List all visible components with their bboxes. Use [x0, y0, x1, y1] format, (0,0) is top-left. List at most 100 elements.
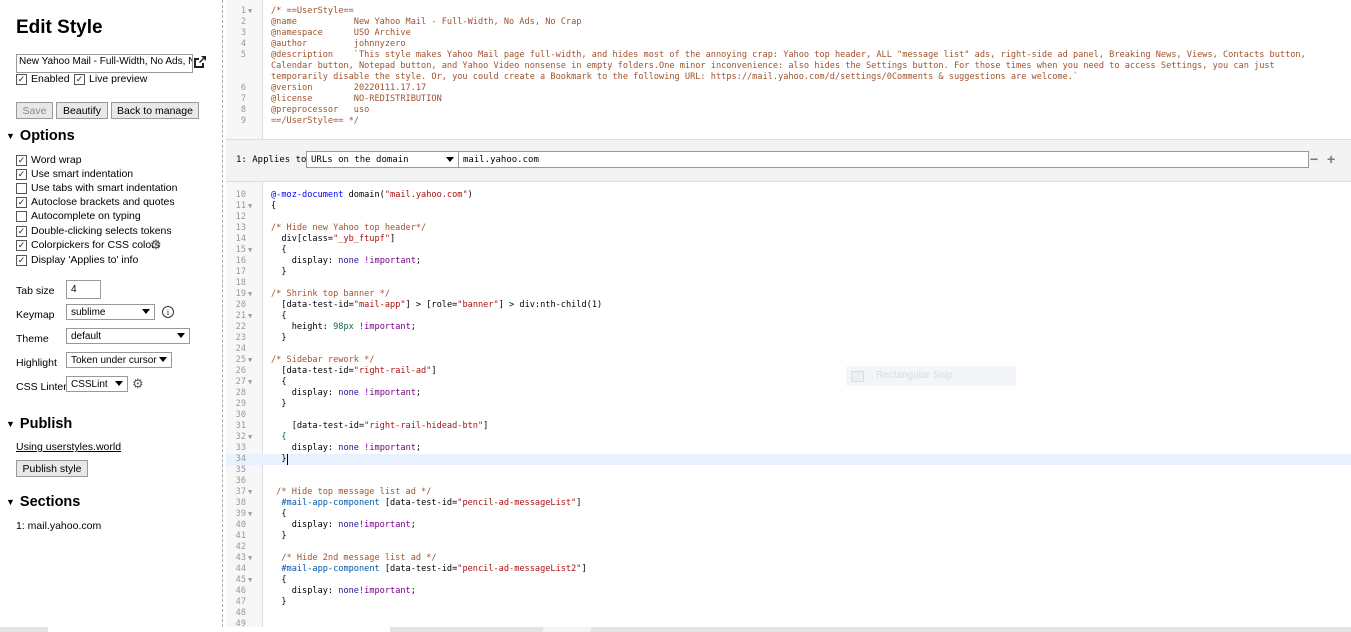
code-line[interactable]: 17 } [226, 267, 1351, 278]
metadata-line[interactable]: 8 @preprocessor uso [226, 105, 1351, 116]
option-checkbox[interactable]: Use tabs with smart indentation [16, 182, 178, 194]
code-line[interactable]: 29 } [226, 399, 1351, 410]
metadata-line[interactable]: 1 ▼ /* ==UserStyle== [226, 6, 1351, 17]
code-line[interactable]: 44 #mail-app-component [data-test-id="pe… [226, 564, 1351, 575]
fold-marker-icon[interactable]: ▼ [248, 553, 252, 564]
beautify-button[interactable]: Beautify [56, 102, 108, 119]
code-line[interactable]: 31 [data-test-id="right-rail-hidead-btn"… [226, 421, 1351, 432]
option-checkbox[interactable]: ✓ Autoclose brackets and quotes [16, 196, 175, 208]
code-editor[interactable]: 1 ▼/* ==UserStyle== 2 @name New Yahoo Mail … [226, 0, 1351, 632]
code-line[interactable]: 27 ▼ { [226, 377, 1351, 388]
checkbox-box[interactable]: ✓ [16, 196, 27, 208]
applies-type-select[interactable]: URLs on the domain [306, 151, 460, 168]
option-checkbox[interactable]: ✓ Use smart indentation [16, 168, 133, 180]
metadata-line[interactable]: 3 @namespace USO Archive [226, 28, 1351, 39]
fold-marker-icon[interactable]: ▼ [248, 355, 252, 366]
sidebar-divider[interactable] [222, 0, 223, 632]
options-heading[interactable]: ▼ Options [6, 128, 75, 144]
code-line[interactable]: 34 } [226, 454, 1351, 465]
checkbox-box[interactable] [16, 182, 27, 194]
info-icon[interactable]: i [162, 306, 174, 318]
metadata-line[interactable]: 2 @name New Yahoo Mail - Full-Width, No A… [226, 17, 1351, 28]
code-panel[interactable]: 10 @-moz-document domain("mail.yahoo.com"… [226, 182, 1351, 627]
code-line[interactable]: 35 [226, 465, 1351, 476]
live-preview-checkbox[interactable]: ✓ Live preview [74, 73, 147, 85]
code-line[interactable]: 42 [226, 542, 1351, 553]
code-line[interactable]: 32 ▼ { [226, 432, 1351, 443]
metadata-line[interactable]: 9 ==/UserStyle== */ [226, 116, 1351, 127]
metadata-line[interactable]: 7 @license NO-REDISTRIBUTION [226, 94, 1351, 105]
fold-marker-icon[interactable]: ▼ [248, 509, 252, 520]
publish-style-button[interactable]: Publish style [16, 460, 88, 477]
code-line[interactable]: 28 display: none !important; [226, 388, 1351, 399]
fold-marker-icon[interactable]: ▼ [248, 201, 252, 212]
section-item[interactable]: 1: mail.yahoo.com [16, 520, 101, 532]
code-line[interactable]: 43 ▼ /* Hide 2nd message list ad */ [226, 553, 1351, 564]
code-line[interactable]: 46 display: none!important; [226, 586, 1351, 597]
scrollbar-thumb[interactable] [48, 627, 390, 632]
code-line[interactable]: 37 ▼ /* Hide top message list ad */ [226, 487, 1351, 498]
gear-icon[interactable]: ⚙ [132, 377, 144, 390]
fold-marker-icon[interactable]: ▼ [248, 575, 252, 586]
tab-size-input[interactable]: 4 [66, 280, 101, 299]
publish-heading[interactable]: ▼ Publish [6, 416, 72, 432]
code-line[interactable]: 18 [226, 278, 1351, 289]
horizontal-scrollbar[interactable] [0, 627, 1351, 632]
code-line[interactable]: 49 [226, 619, 1351, 627]
metadata-line[interactable]: temporarily disable the style. Or, you c… [226, 72, 1351, 83]
option-checkbox[interactable]: ✓ Word wrap [16, 154, 82, 166]
userstyles-world-link[interactable]: Using userstyles.world [16, 441, 121, 453]
fold-marker-icon[interactable]: ▼ [248, 311, 252, 322]
code-line[interactable]: 38 #mail-app-component [data-test-id="pe… [226, 498, 1351, 509]
checkbox-box[interactable]: ✓ [16, 254, 27, 266]
fold-marker-icon[interactable]: ▼ [248, 245, 252, 256]
code-line[interactable]: 13 /* Hide new Yahoo top header*/ [226, 223, 1351, 234]
fold-marker-icon[interactable]: ▼ [248, 6, 252, 17]
external-link-icon[interactable] [192, 54, 208, 70]
code-line[interactable]: 12 [226, 212, 1351, 223]
code-line[interactable]: 14 div[class="_yb_ftupf"] [226, 234, 1351, 245]
metadata-line[interactable]: 6 @version 20220111.17.17 [226, 83, 1351, 94]
metadata-panel[interactable]: 1 ▼ /* ==UserStyle== 2 @name New Yahoo Mail … [226, 0, 1351, 139]
theme-select[interactable]: default [66, 328, 190, 344]
checkbox-box[interactable]: ✓ [16, 225, 27, 237]
option-checkbox[interactable]: ✓ Double-clicking selects tokens [16, 225, 172, 237]
code-line[interactable]: 23 } [226, 333, 1351, 344]
enabled-checkbox[interactable]: ✓ Enabled [16, 73, 70, 85]
save-button[interactable]: Save [16, 102, 53, 119]
option-checkbox[interactable]: ✓ Display 'Applies to' info [16, 254, 138, 266]
code-line[interactable]: 30 [226, 410, 1351, 421]
code-line[interactable]: 26 [data-test-id="right-rail-ad"] [226, 366, 1351, 377]
add-applies-button[interactable]: + [1327, 152, 1335, 166]
checkbox-box[interactable] [16, 210, 27, 222]
option-checkbox[interactable]: ✓ Colorpickers for CSS colors [16, 239, 160, 251]
applies-value-input[interactable]: mail.yahoo.com [458, 151, 1309, 168]
code-line[interactable]: 10 @-moz-document domain("mail.yahoo.com"… [226, 190, 1351, 201]
checkbox-box[interactable]: ✓ [16, 168, 27, 180]
code-line[interactable]: 33 display: none !important; [226, 443, 1351, 454]
code-line[interactable]: 16 display: none !important; [226, 256, 1351, 267]
code-line[interactable]: 39 ▼ { [226, 509, 1351, 520]
back-to-manage-button[interactable]: Back to manage [111, 102, 199, 119]
code-line[interactable]: 45 ▼ { [226, 575, 1351, 586]
fold-marker-icon[interactable]: ▼ [248, 289, 252, 300]
fold-marker-icon[interactable]: ▼ [248, 377, 252, 388]
css-linter-select[interactable]: CSSLint [66, 376, 128, 392]
code-line[interactable]: 25 ▼ /* Sidebar rework */ [226, 355, 1351, 366]
metadata-line[interactable]: 5 @description `This style makes Yahoo Ma… [226, 50, 1351, 61]
code-line[interactable]: 15 ▼ { [226, 245, 1351, 256]
fold-marker-icon[interactable]: ▼ [248, 487, 252, 498]
code-line[interactable]: 24 [226, 344, 1351, 355]
code-line[interactable]: 41 } [226, 531, 1351, 542]
keymap-select[interactable]: sublime [66, 304, 155, 320]
option-checkbox[interactable]: Autocomplete on typing [16, 210, 141, 222]
sections-heading[interactable]: ▼ Sections [6, 494, 80, 510]
code-line[interactable]: 20 [data-test-id="mail-app"] > [role="ba… [226, 300, 1351, 311]
checkbox-box[interactable]: ✓ [16, 239, 27, 251]
checkbox-box[interactable]: ✓ [16, 73, 27, 85]
remove-applies-button[interactable]: − [1310, 152, 1318, 166]
metadata-line[interactable]: Calendar button, Notepad button, and Yah… [226, 61, 1351, 72]
code-line[interactable]: 48 [226, 608, 1351, 619]
code-line[interactable]: 21 ▼ { [226, 311, 1351, 322]
code-line[interactable]: 22 height: 98px !important; [226, 322, 1351, 333]
